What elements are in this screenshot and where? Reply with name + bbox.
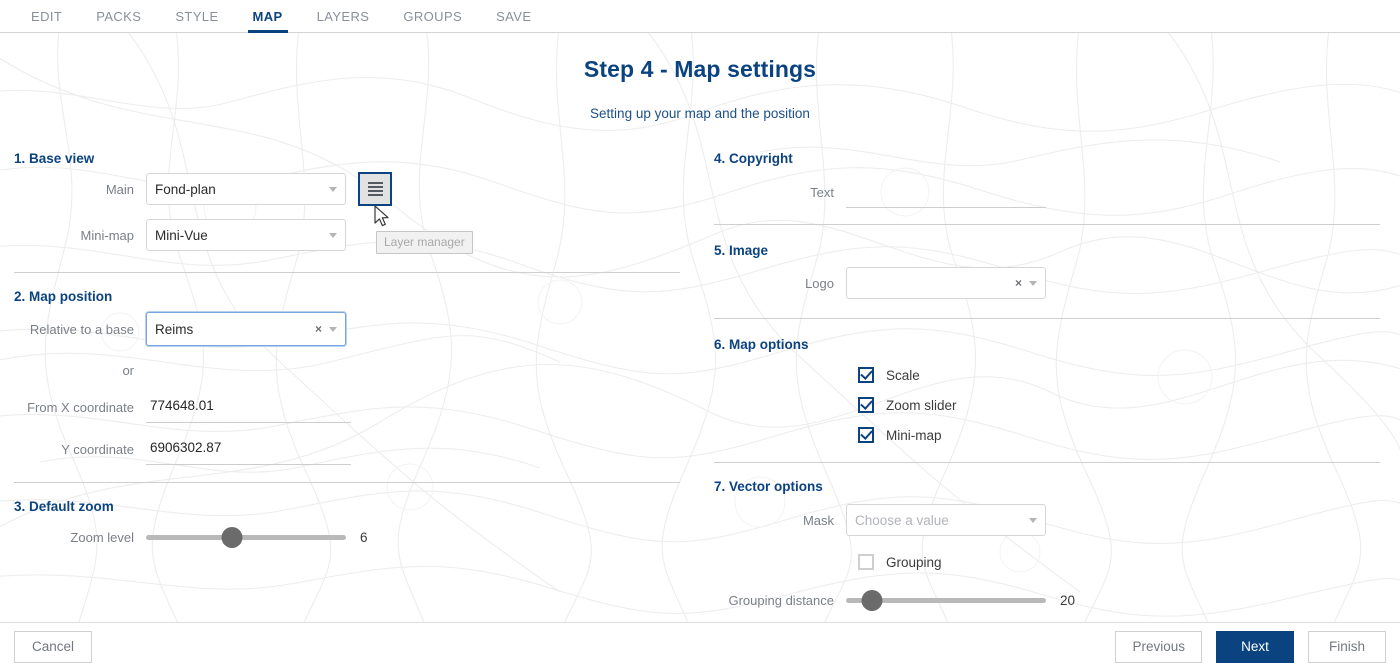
row-zoom-level: Zoom level 6 xyxy=(14,514,686,560)
tab-groups[interactable]: GROUPS xyxy=(386,9,479,32)
row-logo: Logo × xyxy=(714,258,1386,308)
zoom-slider-checkbox-label: Zoom slider xyxy=(886,397,957,413)
zoom-level-slider-wrap: 6 xyxy=(146,526,368,548)
page-title: Step 4 - Map settings xyxy=(583,56,817,82)
next-button[interactable]: Next xyxy=(1216,630,1294,663)
section-title-copyright: 4. Copyright xyxy=(714,151,793,166)
label-or: or xyxy=(122,362,134,378)
scale-checkbox-label: Scale xyxy=(886,367,920,383)
page-heading-block: Step 4 - Map settings Setting up your ma… xyxy=(0,33,1400,121)
checkbox-row-minimap: Mini-map xyxy=(714,420,1386,450)
label-main: Main xyxy=(105,181,134,197)
clear-icon[interactable]: × xyxy=(315,323,322,335)
scale-checkbox[interactable] xyxy=(858,367,874,383)
chevron-down-icon xyxy=(329,232,337,238)
label-minimap: Mini-map xyxy=(80,227,134,243)
section-title-base-view: 1. Base view xyxy=(14,151,95,166)
minimap-checkbox[interactable] xyxy=(858,427,874,443)
divider-after-image xyxy=(714,318,1380,319)
tab-edit[interactable]: EDIT xyxy=(14,9,79,32)
layer-manager-tooltip: Layer manager xyxy=(376,231,473,254)
section-title-default-zoom: 3. Default zoom xyxy=(14,499,114,514)
minimap-base-value: Mini-Vue xyxy=(155,227,208,243)
x-coordinate-input[interactable] xyxy=(146,391,351,423)
y-coordinate-input[interactable] xyxy=(146,433,351,465)
footer-right-buttons: Previous Next Finish xyxy=(1115,630,1386,663)
grouping-distance-value: 20 xyxy=(1060,592,1076,608)
chevron-down-icon xyxy=(329,186,337,192)
slider-track xyxy=(146,534,346,540)
label-mask: Mask xyxy=(802,512,834,528)
tab-packs[interactable]: PACKS xyxy=(79,9,158,32)
settings-columns: 1. Base view Main Fond-plan Mini-map Min… xyxy=(0,151,1400,622)
row-minimap-base: Mini-map Mini-Vue xyxy=(14,212,686,258)
checkbox-row-zoom-slider: Zoom slider xyxy=(714,390,1386,420)
relative-base-select[interactable]: Reims × xyxy=(146,312,346,346)
row-relative-base: Relative to a base Reims × xyxy=(14,304,686,354)
tab-layers[interactable]: LAYERS xyxy=(300,9,387,32)
divider-after-base-view xyxy=(14,272,680,273)
layer-manager-button[interactable] xyxy=(358,172,392,206)
main-base-select[interactable]: Fond-plan xyxy=(146,173,346,205)
main-base-value: Fond-plan xyxy=(155,181,216,197)
checkbox-row-scale: Scale xyxy=(714,360,1386,390)
section-title-vector-options: 7. Vector options xyxy=(714,479,823,494)
logo-select[interactable]: × xyxy=(846,267,1046,299)
zoom-slider-checkbox[interactable] xyxy=(858,397,874,413)
mask-select[interactable]: Choose a value xyxy=(846,504,1046,536)
slider-thumb[interactable] xyxy=(221,526,243,548)
chevron-down-icon xyxy=(1029,517,1037,523)
label-x-coordinate: From X coordinate xyxy=(27,399,134,415)
chevron-down-icon xyxy=(329,326,337,332)
map-settings-page: EDIT PACKS STYLE MAP LAYERS GROUPS SAVE … xyxy=(0,0,1400,670)
row-grouping-distance: Grouping distance 20 xyxy=(714,578,1386,622)
row-mask: Mask Choose a value xyxy=(714,494,1386,546)
row-y-coordinate: Y coordinate xyxy=(14,428,686,470)
relative-base-value: Reims xyxy=(155,321,194,337)
zoom-level-value: 6 xyxy=(360,529,368,545)
checkbox-row-grouping: Grouping xyxy=(714,546,1386,578)
divider-after-map-options xyxy=(714,462,1380,463)
label-y-coordinate: Y coordinate xyxy=(61,441,134,457)
clear-icon[interactable]: × xyxy=(1015,277,1022,289)
row-x-coordinate: From X coordinate xyxy=(14,386,686,428)
mask-placeholder: Choose a value xyxy=(855,512,949,528)
page-subtitle: Setting up your map and the position xyxy=(590,106,810,121)
tab-save[interactable]: SAVE xyxy=(479,9,548,32)
label-grouping-distance: Grouping distance xyxy=(728,592,834,608)
tab-map[interactable]: MAP xyxy=(236,9,300,33)
copyright-text-input[interactable] xyxy=(846,176,1046,208)
left-column: 1. Base view Main Fond-plan Mini-map Min… xyxy=(0,151,700,622)
row-main-base: Main Fond-plan xyxy=(14,166,686,212)
row-or-separator: or xyxy=(14,354,686,386)
right-column: 4. Copyright Text 5. Image Logo × 6. Map… xyxy=(700,151,1400,622)
row-copyright-text: Text xyxy=(714,166,1386,218)
section-title-image: 5. Image xyxy=(714,243,769,258)
divider-after-copyright xyxy=(714,224,1380,225)
grouping-checkbox-label: Grouping xyxy=(886,554,942,570)
tab-style[interactable]: STYLE xyxy=(158,9,235,32)
finish-button[interactable]: Finish xyxy=(1308,630,1386,663)
section-title-map-position: 2. Map position xyxy=(14,289,113,304)
minimap-checkbox-label: Mini-map xyxy=(886,427,942,443)
chevron-down-icon xyxy=(1029,280,1037,286)
section-title-map-options: 6. Map options xyxy=(714,337,809,352)
slider-thumb[interactable] xyxy=(861,589,883,611)
grouping-distance-slider[interactable] xyxy=(846,589,1046,611)
zoom-level-slider[interactable] xyxy=(146,526,346,548)
label-relative-to-base: Relative to a base xyxy=(29,321,134,337)
minimap-base-select[interactable]: Mini-Vue xyxy=(146,219,346,251)
cancel-button[interactable]: Cancel xyxy=(14,630,92,663)
hamburger-icon xyxy=(367,180,383,198)
grouping-checkbox[interactable] xyxy=(858,554,874,570)
divider-after-map-position xyxy=(14,482,680,483)
grouping-distance-slider-wrap: 20 xyxy=(846,589,1076,611)
main-tab-bar: EDIT PACKS STYLE MAP LAYERS GROUPS SAVE xyxy=(0,0,1400,33)
label-zoom-level: Zoom level xyxy=(70,529,134,545)
footer-bar: Cancel Previous Next Finish xyxy=(0,622,1400,670)
label-logo: Logo xyxy=(805,275,834,291)
label-copyright-text: Text xyxy=(810,184,834,200)
previous-button[interactable]: Previous xyxy=(1115,630,1202,663)
